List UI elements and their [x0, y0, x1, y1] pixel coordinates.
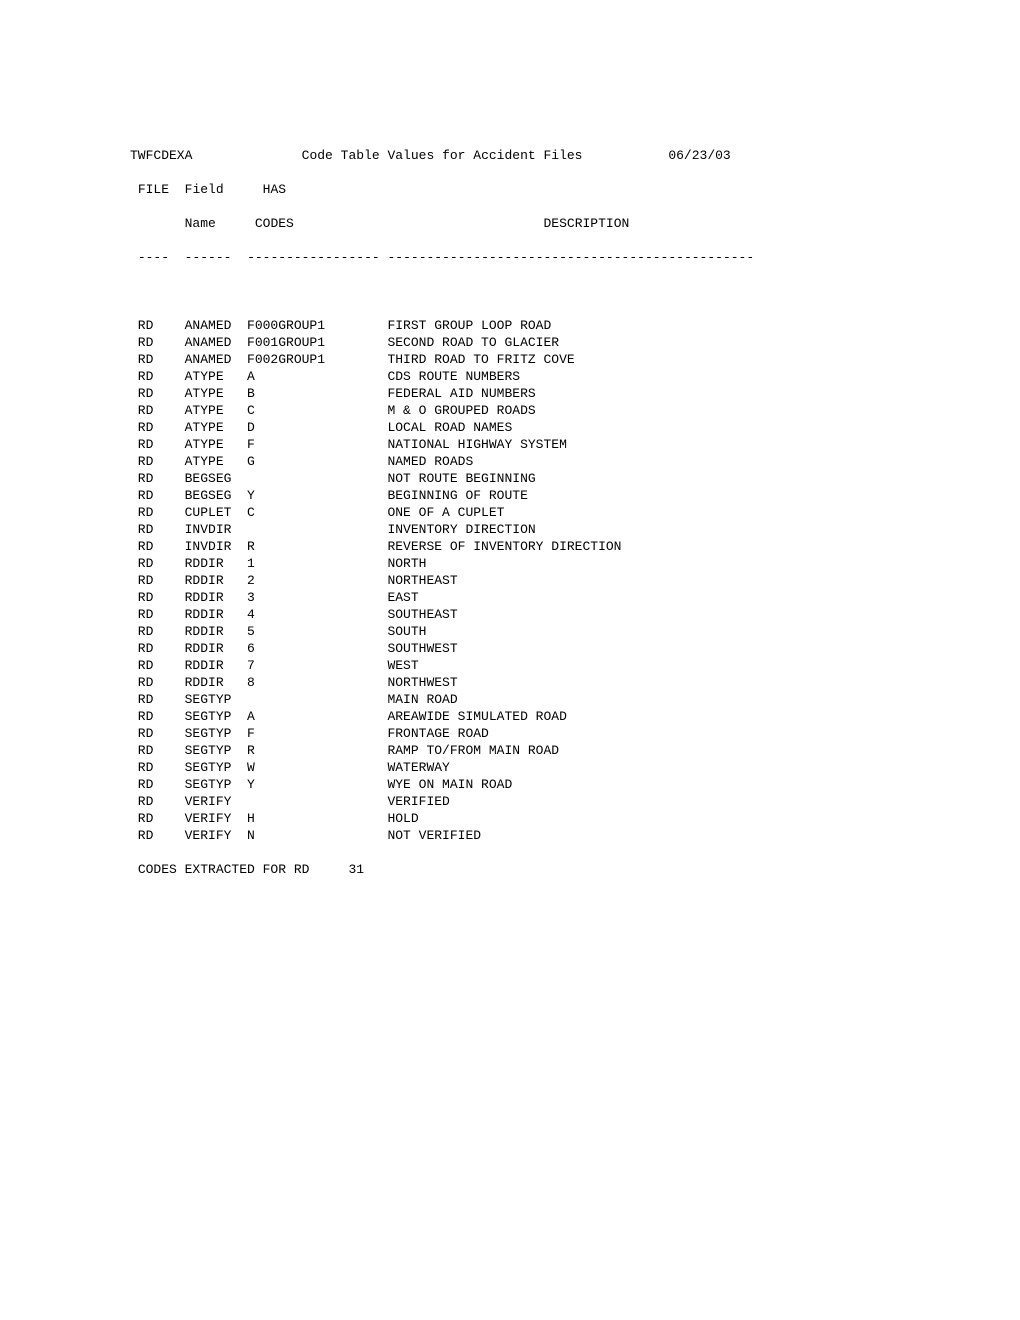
report-id: TWFCDEXA — [130, 148, 192, 163]
col-name-label: Name — [185, 216, 216, 231]
report-title: Code Table Values for Accident Files — [302, 148, 583, 163]
col-description-label: DESCRIPTION — [544, 216, 630, 231]
col-field-label: Field — [185, 182, 224, 197]
report-header-line-1: TWFCDEXA Code Table Values for Accident … — [130, 147, 1020, 164]
rows-container: RD ANAMED F000GROUP1 FIRST GROUP LOOP RO… — [130, 317, 1020, 844]
footer-text: CODES EXTRACTED FOR RD — [138, 862, 310, 877]
report-date: 06/23/03 — [668, 148, 730, 163]
divider-description: ----------------------------------------… — [388, 250, 755, 265]
col-file-label: FILE — [138, 182, 169, 197]
divider-file: ---- — [138, 250, 169, 265]
report-page: TWFCDEXA Code Table Values for Accident … — [0, 0, 1020, 895]
col-has-label: HAS — [263, 182, 286, 197]
blank-line — [130, 283, 1020, 300]
report-header-line-3: Name CODES DESCRIPTION — [130, 215, 1020, 232]
footer-line: CODES EXTRACTED FOR RD 31 — [130, 861, 1020, 878]
footer-count: 31 — [348, 862, 364, 877]
report-header-line-2: FILE Field HAS — [130, 181, 1020, 198]
col-codes-label: CODES — [255, 216, 294, 231]
divider-codes: ----------------- — [247, 250, 380, 265]
divider-field: ------ — [185, 250, 232, 265]
report-header-divider: ---- ------ ----------------- ----------… — [130, 249, 1020, 266]
